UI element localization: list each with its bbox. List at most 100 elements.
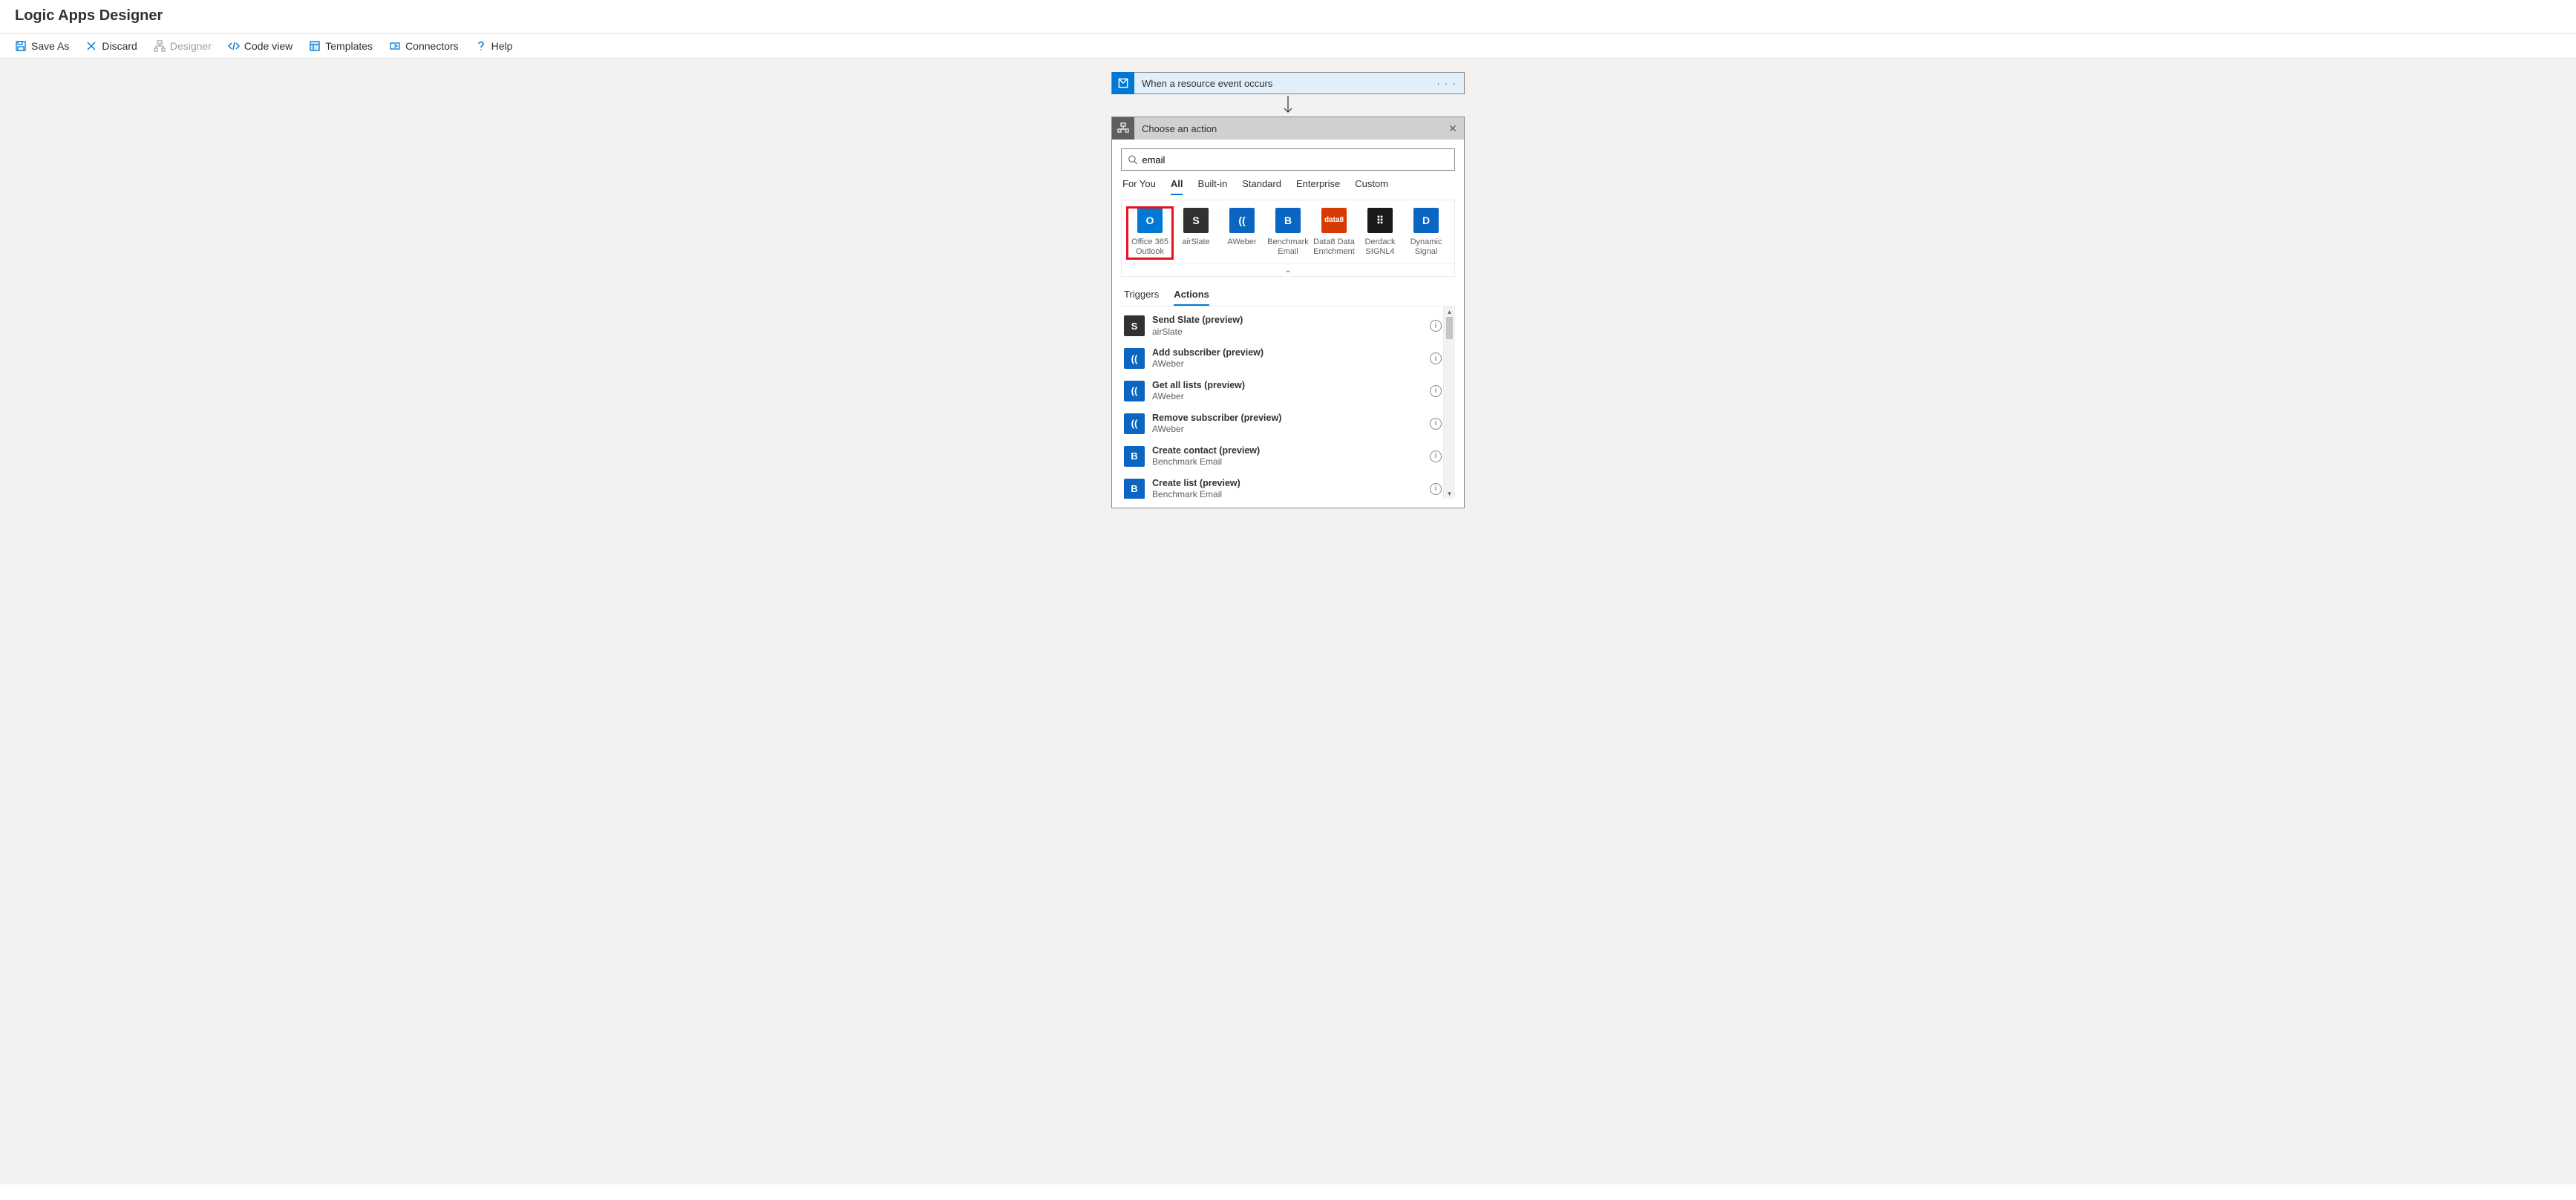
connector-label: AWeber	[1220, 237, 1264, 247]
connector-icon: ((	[1229, 208, 1255, 233]
filter-tab-custom[interactable]: Custom	[1355, 178, 1388, 195]
info-icon[interactable]: i	[1430, 483, 1442, 495]
action-row-icon: ((	[1124, 348, 1145, 369]
connector-dynamic-signal[interactable]: D Dynamic Signal	[1404, 208, 1448, 258]
connectors-icon	[389, 40, 401, 52]
action-row-subtitle: AWeber	[1152, 391, 1422, 403]
action-row-title: Create list (preview)	[1152, 477, 1422, 489]
filter-tab-all[interactable]: All	[1171, 178, 1183, 195]
connector-aweber[interactable]: (( AWeber	[1220, 208, 1264, 258]
action-row-text: Get all lists (preview)AWeber	[1152, 379, 1422, 403]
connector-icon: data8	[1321, 208, 1347, 233]
help-button[interactable]: Help	[475, 40, 513, 52]
close-icon	[85, 40, 97, 52]
action-step-icon	[1112, 117, 1134, 140]
connector-airslate[interactable]: SairSlate	[1174, 208, 1218, 258]
save-as-button[interactable]: Save As	[15, 40, 69, 52]
code-icon	[228, 40, 240, 52]
designer-icon	[154, 40, 166, 52]
connector-icon: B	[1275, 208, 1301, 233]
choose-action-panel: Choose an action ✕ For You All Built-in Sta…	[1111, 117, 1465, 508]
connector-icon: D	[1413, 208, 1439, 233]
connector-icon: S	[1183, 208, 1209, 233]
action-row-text: Send Slate (preview)airSlate	[1152, 314, 1422, 338]
trigger-menu-button[interactable]: · · ·	[1429, 77, 1464, 89]
action-row[interactable]: ((Get all lists (preview)AWeberi	[1121, 375, 1455, 407]
scrollbar[interactable]: ▴ ▾	[1443, 306, 1455, 499]
connector-derdack-signl4[interactable]: ⠿Derdack SIGNL4	[1358, 208, 1402, 258]
close-panel-button[interactable]: ✕	[1442, 122, 1464, 135]
help-icon	[475, 40, 487, 52]
info-icon[interactable]: i	[1430, 353, 1442, 364]
expand-connectors-button[interactable]: ⌄	[1122, 263, 1454, 276]
trigger-title: When a resource event occurs	[1134, 78, 1429, 89]
action-row-title: Send Slate (preview)	[1152, 314, 1422, 326]
action-row-icon: B	[1124, 479, 1145, 499]
save-as-label: Save As	[31, 40, 69, 52]
action-search-box[interactable]	[1121, 148, 1455, 171]
connectors-box: OOffice 365 OutlookSairSlate((AWeberBBen…	[1121, 200, 1455, 277]
templates-icon	[309, 40, 321, 52]
trigger-icon	[1112, 72, 1134, 94]
info-icon[interactable]: i	[1430, 320, 1442, 332]
action-row-icon: ((	[1124, 413, 1145, 434]
action-row[interactable]: B Create contact (preview)Benchmark Email…	[1121, 440, 1455, 473]
connector-label: Dynamic Signal	[1404, 237, 1448, 257]
trigger-card[interactable]: When a resource event occurs · · ·	[1111, 72, 1465, 94]
action-row-icon: ((	[1124, 381, 1145, 401]
toolbar: Save As Discard Designer Code view Templ…	[0, 34, 2576, 59]
templates-button[interactable]: Templates	[309, 40, 373, 52]
filter-tab-for-you[interactable]: For You	[1122, 178, 1156, 195]
info-icon[interactable]: i	[1430, 418, 1442, 430]
result-tab-triggers[interactable]: Triggers	[1124, 289, 1159, 306]
connector-label: Benchmark Email	[1266, 237, 1310, 257]
info-icon[interactable]: i	[1430, 385, 1442, 397]
action-row-title: Add subscriber (preview)	[1152, 347, 1422, 358]
connector-office-365-outlook[interactable]: OOffice 365 Outlook	[1128, 208, 1172, 258]
action-row-icon: S	[1124, 315, 1145, 336]
action-row-title: Get all lists (preview)	[1152, 379, 1422, 391]
action-row-subtitle: Benchmark Email	[1152, 456, 1422, 468]
code-view-button[interactable]: Code view	[228, 40, 292, 52]
action-row-text: Create list (preview)Benchmark Email	[1152, 477, 1422, 499]
action-list: S Send Slate (preview)airSlate i (( Add subs…	[1121, 306, 1455, 499]
connectors-label: Connectors	[405, 40, 459, 52]
connector-label: Derdack SIGNL4	[1358, 237, 1402, 257]
action-row-subtitle: AWeber	[1152, 424, 1422, 436]
search-icon	[1128, 154, 1137, 165]
filter-tab-standard[interactable]: Standard	[1242, 178, 1281, 195]
action-row-subtitle: Benchmark Email	[1152, 489, 1422, 499]
filter-tabs: For You All Built-in Standard Enterprise Cust…	[1121, 171, 1455, 195]
result-tab-actions[interactable]: Actions	[1174, 289, 1209, 306]
action-row-icon: B	[1124, 446, 1145, 467]
action-row-text: Create contact (preview)Benchmark Email	[1152, 445, 1422, 468]
action-row-text: Remove subscriber (preview)AWeber	[1152, 412, 1422, 436]
action-row[interactable]: ((Remove subscriber (preview)AWeberi	[1121, 407, 1455, 440]
templates-label: Templates	[325, 40, 373, 52]
choose-action-header: Choose an action ✕	[1112, 117, 1464, 140]
action-row-subtitle: airSlate	[1152, 327, 1422, 338]
connector-benchmark-email[interactable]: B Benchmark Email	[1266, 208, 1310, 258]
info-icon[interactable]: i	[1430, 450, 1442, 462]
connectors-button[interactable]: Connectors	[389, 40, 459, 52]
action-search-input[interactable]	[1142, 154, 1448, 165]
action-row[interactable]: B Create list (preview)Benchmark Email i	[1121, 473, 1455, 499]
connector-label: airSlate	[1174, 237, 1218, 247]
code-view-label: Code view	[244, 40, 292, 52]
scroll-thumb[interactable]	[1446, 317, 1453, 339]
scroll-down-icon[interactable]: ▾	[1444, 488, 1455, 499]
action-row-title: Create contact (preview)	[1152, 445, 1422, 456]
connector-label: Office 365 Outlook	[1128, 237, 1172, 257]
action-row[interactable]: ((Add subscriber (preview)AWeberi	[1121, 342, 1455, 375]
designer-canvas: When a resource event occurs · · · Choos…	[0, 59, 2576, 1184]
discard-button[interactable]: Discard	[85, 40, 137, 52]
workflow-column: When a resource event occurs · · · Choos…	[1111, 72, 1465, 1184]
action-row[interactable]: S Send Slate (preview)airSlate i	[1121, 309, 1455, 342]
page-title: Logic Apps Designer	[0, 0, 2576, 34]
action-row-title: Remove subscriber (preview)	[1152, 412, 1422, 424]
scroll-up-icon[interactable]: ▴	[1444, 306, 1455, 317]
filter-tab-enterprise[interactable]: Enterprise	[1296, 178, 1340, 195]
connector-data8-data-enrichment[interactable]: data8 Data8 Data Enrichment	[1312, 208, 1356, 258]
connector-label: Data8 Data Enrichment	[1312, 237, 1356, 257]
filter-tab-built-in[interactable]: Built-in	[1197, 178, 1227, 195]
